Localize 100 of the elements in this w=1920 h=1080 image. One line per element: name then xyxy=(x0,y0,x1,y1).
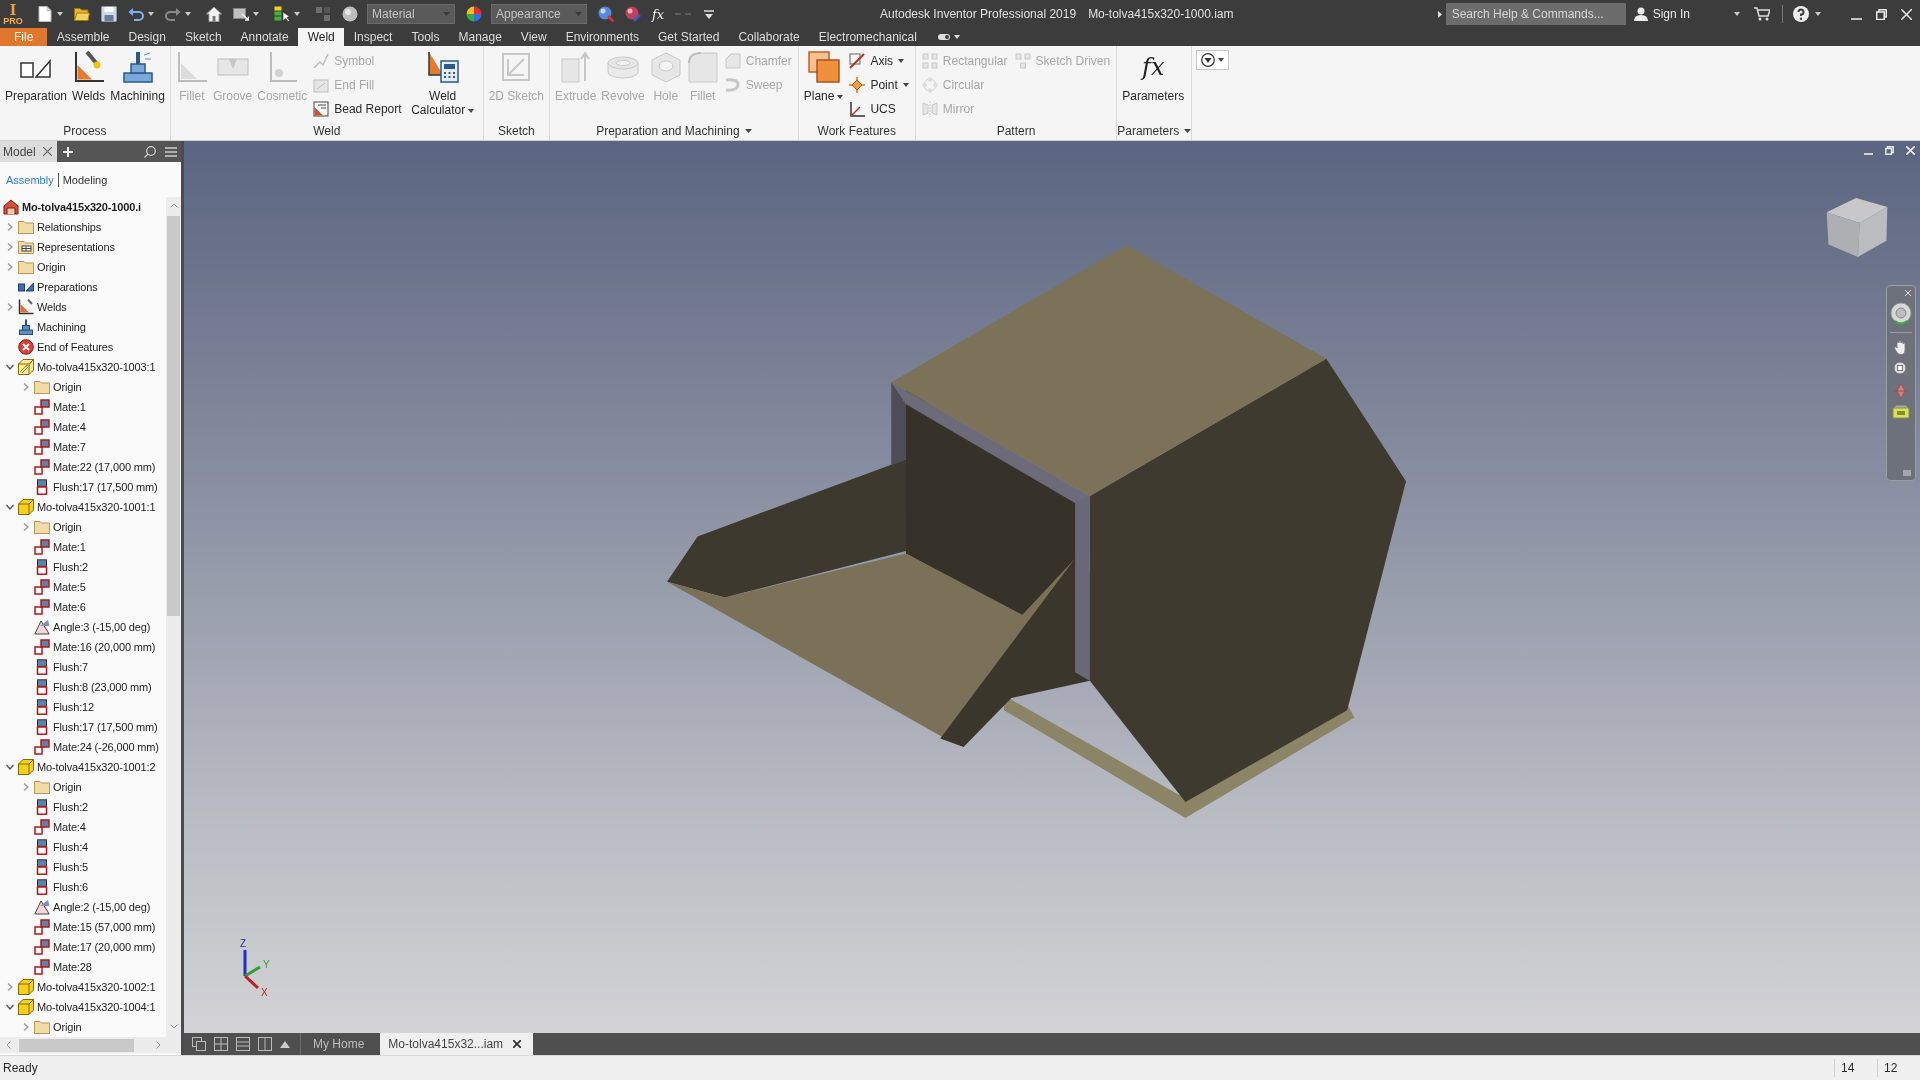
tree-item[interactable]: Mate:28 xyxy=(53,961,92,973)
ribbon-tab[interactable]: Sketch xyxy=(175,28,232,46)
new-document-icon[interactable] xyxy=(37,6,53,22)
tree-item[interactable]: Flush:8 (23,000 mm) xyxy=(53,681,152,693)
caret-icon[interactable] xyxy=(744,129,752,133)
user-icon[interactable] xyxy=(1633,7,1648,21)
color-sphere-icon[interactable] xyxy=(625,6,641,22)
tile-windows-icon[interactable] xyxy=(214,1037,228,1051)
ribbon-button[interactable]: Welds xyxy=(70,46,108,103)
color-wheel-icon[interactable] xyxy=(466,6,482,22)
menu-icon[interactable] xyxy=(165,146,177,157)
ribbon-button[interactable]: Bead Report xyxy=(313,97,402,121)
tree-item[interactable]: Flush:4 xyxy=(53,841,89,853)
caret-icon[interactable] xyxy=(837,94,844,99)
ribbon-button[interactable]: Machining xyxy=(108,46,167,103)
caret-icon[interactable] xyxy=(253,12,259,16)
chevron-down-icon[interactable] xyxy=(6,363,14,371)
caret-icon[interactable] xyxy=(57,12,63,16)
chevron-right-icon[interactable] xyxy=(22,383,30,391)
tree-item[interactable]: Mate:1 xyxy=(53,541,86,553)
ribbon-button[interactable]: UCS xyxy=(849,97,909,121)
tree-item[interactable]: Origin xyxy=(37,261,66,273)
tree-item[interactable]: Mate:6 xyxy=(53,601,86,613)
scrollbar-thumb[interactable] xyxy=(167,216,180,616)
scrollbar-thumb[interactable] xyxy=(19,1038,134,1052)
ribbon-button[interactable]: fx Parameters xyxy=(1120,46,1187,103)
tree-item[interactable]: Origin xyxy=(53,381,82,393)
sign-in-link[interactable]: Sign In xyxy=(1652,7,1690,21)
ribbon-tab[interactable]: Annotate xyxy=(231,28,299,46)
steering-wheel-icon[interactable] xyxy=(1890,302,1912,326)
ribbon-tab[interactable]: Environments xyxy=(556,28,649,46)
restore-icon[interactable] xyxy=(1876,8,1887,20)
tree-item[interactable]: Mate:4 xyxy=(53,821,86,833)
ribbon-button[interactable]: Weld Calculator xyxy=(405,46,480,117)
chevron-down-icon[interactable] xyxy=(6,763,14,771)
chevron-right-icon[interactable] xyxy=(6,983,14,991)
graphics-viewport[interactable]: Z Y X xyxy=(184,141,1920,1033)
hand-icon[interactable] xyxy=(1894,339,1908,355)
tree-item[interactable]: Mate:7 xyxy=(53,441,86,453)
help-icon[interactable] xyxy=(1793,6,1809,22)
tree-item[interactable]: Mate:1 xyxy=(53,401,86,413)
tree-item[interactable]: Representations xyxy=(37,241,115,253)
tree-item[interactable]: Origin xyxy=(53,521,82,533)
tree-item[interactable]: Relationships xyxy=(37,221,102,233)
chevron-right-icon[interactable] xyxy=(22,1023,30,1031)
tree-item[interactable]: Machining xyxy=(37,321,86,333)
ribbon-tab[interactable]: Electromechanical xyxy=(809,28,927,46)
browser-mode-tab[interactable]: Modeling xyxy=(62,173,108,186)
chevron-right-icon[interactable] xyxy=(22,523,30,531)
chevron-right-icon[interactable] xyxy=(6,243,14,251)
tree-item[interactable]: End of Features xyxy=(37,341,114,353)
tree-item[interactable]: Flush:2 xyxy=(53,801,89,813)
caret-icon[interactable] xyxy=(468,108,475,113)
tree-item[interactable]: Preparations xyxy=(37,281,98,293)
vertical-scrollbar[interactable] xyxy=(166,197,181,1037)
tree-item[interactable]: Mo-tolva415x320-1000.i xyxy=(22,201,141,213)
chevron-right-icon[interactable] xyxy=(6,263,14,271)
tree-item[interactable]: Flush:12 xyxy=(53,701,94,713)
app-logo[interactable]: I PRO xyxy=(0,0,26,28)
horizontal-scrollbar[interactable] xyxy=(0,1037,181,1053)
caret-icon[interactable] xyxy=(1734,12,1740,16)
display-toggle-icon[interactable] xyxy=(938,33,961,41)
ribbon-button[interactable]: Axis xyxy=(849,49,909,73)
horizontal-split-icon[interactable] xyxy=(236,1037,250,1051)
ribbon-tab[interactable]: View xyxy=(511,28,557,46)
tree-item[interactable]: Angle:2 (-15,00 deg) xyxy=(53,901,151,913)
sphere-icon[interactable] xyxy=(342,6,358,22)
ribbon-tab[interactable]: Collaborate xyxy=(728,28,810,46)
caret-icon[interactable] xyxy=(148,12,154,16)
tree-item[interactable]: Mate:15 (57,000 mm) xyxy=(53,921,156,933)
tree-item[interactable]: Flush:6 xyxy=(53,881,89,893)
color-sphere-icon[interactable] xyxy=(598,6,614,22)
ribbon-tab[interactable]: Tools xyxy=(401,28,449,46)
ribbon-tab[interactable]: Design xyxy=(119,28,176,46)
caret-icon[interactable] xyxy=(1815,12,1821,16)
document-tab[interactable]: Mo-tolva415x32...iam xyxy=(380,1033,534,1055)
chevron-down-icon[interactable] xyxy=(6,1003,14,1011)
stacked-squares-icon[interactable] xyxy=(274,6,290,22)
browser-tab[interactable]: Model xyxy=(0,141,57,162)
tree-item[interactable]: Angle:3 (-15,00 deg) xyxy=(53,621,151,633)
tree-item[interactable]: Welds xyxy=(37,301,67,313)
restore-icon[interactable] xyxy=(1885,146,1894,155)
ribbon-tab[interactable]: Weld xyxy=(298,28,345,46)
ribbon-button[interactable]: Preparation xyxy=(3,46,70,103)
caret-right-icon[interactable] xyxy=(1437,10,1442,18)
search-field[interactable]: Search Help & Commands... xyxy=(1445,3,1626,25)
tree-item[interactable]: Mate:17 (20,000 mm) xyxy=(53,941,156,953)
document-tab[interactable]: My Home xyxy=(301,1033,377,1055)
save-icon[interactable] xyxy=(101,6,117,22)
tree-item[interactable]: Flush:7 xyxy=(53,661,89,673)
home-icon[interactable] xyxy=(206,6,222,22)
ribbon-button[interactable]: Point xyxy=(849,73,909,97)
tree-item[interactable]: Mate:4 xyxy=(53,421,86,433)
ribbon-tab[interactable]: Manage xyxy=(448,28,512,46)
tree-item[interactable]: Mo-tolva415x320-1004:1 xyxy=(37,1001,156,1013)
ribbon-tab[interactable]: Assemble xyxy=(47,28,120,46)
look-at-icon[interactable] xyxy=(1892,405,1910,419)
undo-icon[interactable] xyxy=(128,6,144,22)
tree-item[interactable]: Flush:2 xyxy=(53,561,89,573)
cart-icon[interactable] xyxy=(1754,7,1770,21)
